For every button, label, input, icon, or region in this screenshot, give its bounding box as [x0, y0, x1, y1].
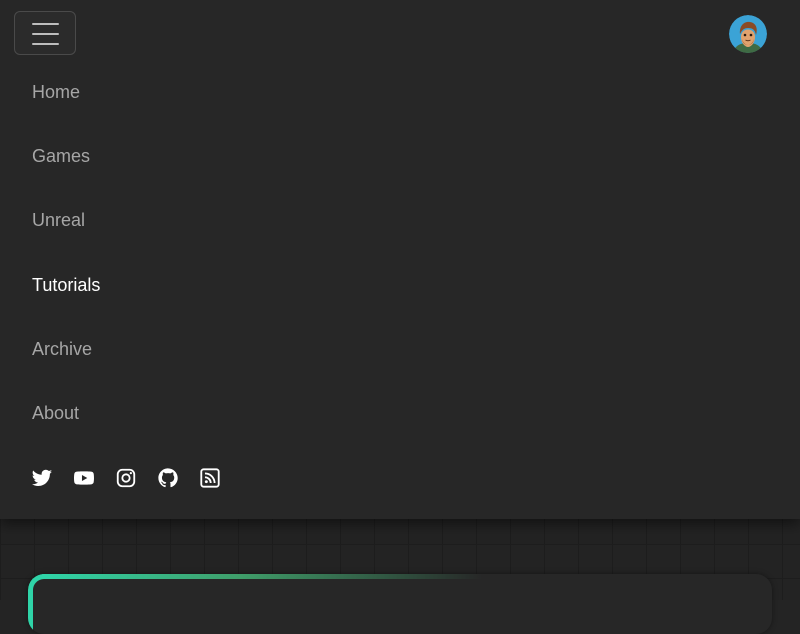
twitter-link[interactable] [31, 467, 53, 489]
twitter-icon [31, 469, 53, 486]
nav-item-tutorials[interactable]: Tutorials [32, 270, 100, 300]
card-accent-bar [42, 574, 482, 579]
nav-item-about[interactable]: About [32, 398, 79, 428]
instagram-icon [116, 468, 136, 488]
hamburger-menu-icon [32, 23, 59, 25]
rss-icon [200, 468, 220, 488]
instagram-link[interactable] [115, 467, 137, 489]
mobile-menu-panel: Home Games Unreal Tutorials Archive Abou… [0, 0, 800, 519]
youtube-icon [74, 471, 94, 485]
nav-item-games[interactable]: Games [32, 141, 90, 171]
github-icon [158, 468, 178, 488]
hamburger-bar-middle [32, 33, 59, 35]
nav-item-archive[interactable]: Archive [32, 334, 92, 364]
nav-item-home[interactable]: Home [32, 77, 80, 107]
github-link[interactable] [157, 467, 179, 489]
content-card [28, 574, 772, 634]
youtube-link[interactable] [73, 467, 95, 489]
rss-link[interactable] [199, 467, 221, 489]
nav-item-unreal[interactable]: Unreal [32, 205, 85, 235]
avatar[interactable] [729, 15, 767, 53]
hamburger-bar-bottom [32, 43, 59, 45]
menu-toggle-button[interactable] [14, 11, 76, 55]
card-accent-corner [28, 574, 58, 634]
avatar-image [729, 15, 767, 53]
